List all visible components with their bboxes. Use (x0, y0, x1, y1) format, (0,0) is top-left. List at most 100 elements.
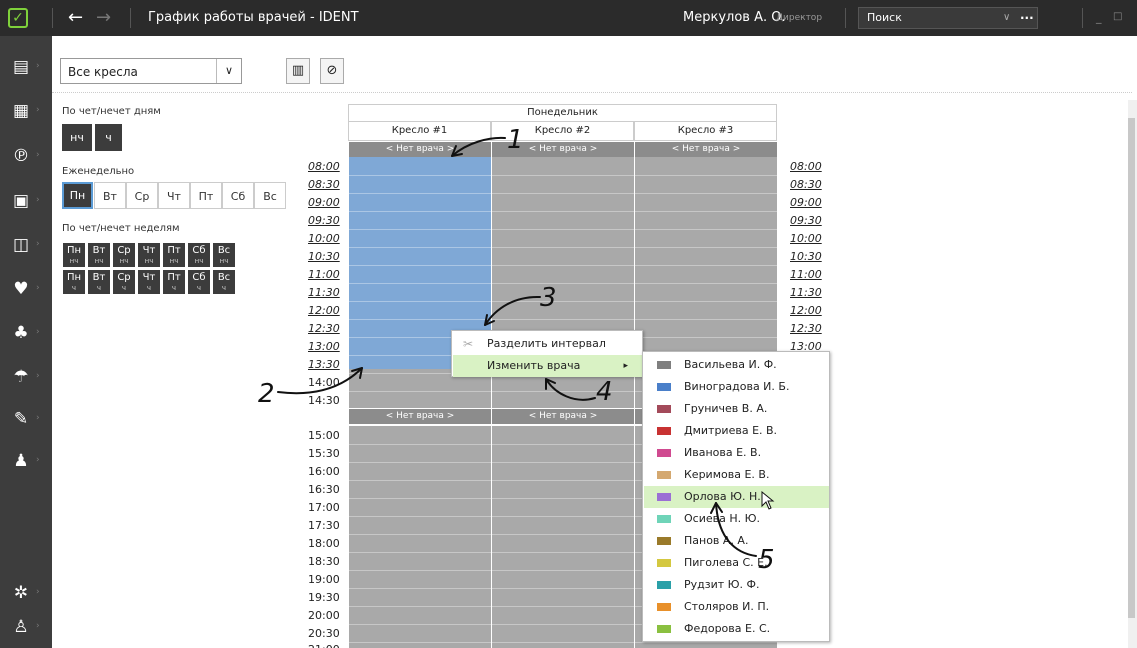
scrollbar-thumb[interactable] (1128, 118, 1135, 618)
grid-line (349, 642, 777, 643)
doctor-color-swatch (657, 361, 671, 369)
chevron-down-icon[interactable]: ∨ (216, 59, 241, 83)
weekday-sat-button[interactable]: Сб (222, 182, 254, 209)
even-week-wed-button[interactable]: Ср ч (113, 270, 135, 294)
even-week-tue-button[interactable]: Вт ч (88, 270, 110, 294)
doctor-menu-item[interactable]: Иванова Е. В. (644, 442, 829, 464)
no-doctor-bar[interactable] (635, 409, 642, 424)
user-name[interactable]: Меркулов А. О. (683, 10, 786, 25)
nav-item-doctor-payments[interactable]: ♟ › (0, 444, 52, 478)
nav-item-dental[interactable]: ♥ › (0, 272, 52, 306)
weekday-mon-button[interactable]: Пн (62, 182, 93, 209)
time-label: 14:30 (308, 394, 340, 407)
parity-label: нч (169, 257, 179, 265)
even-days-button[interactable]: ч (95, 124, 122, 151)
app-window: ✓ ← → График работы врачей - IDENT Мерку… (0, 0, 1137, 648)
doctor-name: Осиева Н. Ю. (684, 512, 760, 525)
print-button[interactable]: ▥ (286, 58, 310, 84)
weekday-label: Чт (142, 245, 156, 256)
doctor-menu-item[interactable]: Виноградова И. Б. (644, 376, 829, 398)
doctor-color-swatch (657, 493, 671, 501)
parity-label: нч (69, 257, 79, 265)
parity-label: нч (119, 257, 129, 265)
weekday-label: Пн (66, 272, 82, 283)
even-week-sun-button[interactable]: Вс ч (213, 270, 235, 294)
no-doctor-bar[interactable]: < Нет врача > (635, 142, 777, 157)
chair-select[interactable]: Все кресла ∨ (60, 58, 242, 84)
no-doctor-bar[interactable]: < Нет врача > (492, 409, 634, 424)
vertical-scrollbar[interactable] (1128, 100, 1137, 648)
weekday-sun-button[interactable]: Вс (254, 182, 286, 209)
minimize-icon[interactable]: _ (1096, 11, 1102, 24)
doctor-menu-item[interactable]: Груничев В. А. (644, 398, 829, 420)
weekday-label: Пт (167, 245, 181, 256)
titlebar-divider (52, 8, 53, 28)
even-week-fri-button[interactable]: Пт ч (163, 270, 185, 294)
doctor-menu-item[interactable]: Федорова Е. С. (644, 618, 829, 640)
change-doctor-menu-item[interactable]: Изменить врача ▸ (453, 355, 642, 377)
schedule-column[interactable] (349, 426, 491, 648)
weekday-fri-button[interactable]: Пт (190, 182, 222, 209)
app-logo-icon[interactable]: ✓ (8, 8, 28, 28)
even-week-thu-button[interactable]: Чт ч (138, 270, 160, 294)
nav-item-user[interactable]: ♙ › (0, 610, 52, 644)
odd-week-thu-button[interactable]: Чт нч (138, 243, 160, 267)
odd-week-mon-button[interactable]: Пн нч (63, 243, 85, 267)
parity-label: нч (219, 257, 229, 265)
weekday-label: Ср (117, 245, 131, 256)
search-more-button[interactable]: ... (1020, 8, 1034, 22)
nav-item-settings[interactable]: ✲ › (0, 576, 52, 610)
nav-item-payments[interactable]: ℗ › (0, 139, 52, 173)
doctor-menu-item[interactable]: Дмитриева Е. В. (644, 420, 829, 442)
schedule-column[interactable] (492, 426, 634, 648)
time-label: 08:00 (790, 160, 822, 173)
nav-item-patients[interactable]: ▤ › (0, 50, 52, 84)
nav-item-insurance[interactable]: ☂ › (0, 360, 52, 394)
no-doctor-bar[interactable]: < Нет врача > (349, 142, 491, 157)
grid-line (349, 175, 777, 176)
doctor-menu-item[interactable]: Васильева И. Ф. (644, 354, 829, 376)
search-input[interactable]: Поиск (858, 7, 1038, 29)
doctor-menu-item[interactable]: Пиголева С. Е. (644, 552, 829, 574)
weekday-wed-button[interactable]: Ср (126, 182, 158, 209)
odd-week-wed-button[interactable]: Ср нч (113, 243, 135, 267)
nav-item-reports[interactable]: ◫ › (0, 228, 52, 262)
doctor-menu-item[interactable]: Рудзит Ю. Ф. (644, 574, 829, 596)
odd-week-fri-button[interactable]: Пт нч (163, 243, 185, 267)
odd-days-button[interactable]: нч (62, 124, 92, 151)
print-icon: ▥ (291, 63, 305, 78)
nav-item-staff[interactable]: ♣ › (0, 316, 52, 350)
chair-header: Кресло #1 (348, 122, 491, 141)
parity-label: ч (171, 284, 177, 292)
back-arrow-icon[interactable]: ← (68, 7, 83, 28)
nav-item-schedule[interactable]: ▦ › (0, 94, 52, 128)
clear-button[interactable]: ⊘ (320, 58, 344, 84)
doctor-menu-item[interactable]: Панов А. А. (644, 530, 829, 552)
maximize-icon[interactable]: □ (1113, 11, 1122, 22)
nav-item-tools[interactable]: ✎ › (0, 402, 52, 436)
doctor-menu-item[interactable]: Столяров И. П. (644, 596, 829, 618)
no-doctor-bar[interactable]: < Нет врача > (492, 142, 634, 157)
odd-week-sun-button[interactable]: Вс нч (213, 243, 235, 267)
forward-arrow-icon[interactable]: → (96, 7, 111, 28)
odd-week-tue-button[interactable]: Вт нч (88, 243, 110, 267)
even-week-mon-button[interactable]: Пн ч (63, 270, 85, 294)
time-label: 18:00 (308, 537, 340, 550)
time-label: 12:00 (308, 304, 340, 317)
no-doctor-bar[interactable]: < Нет врача > (349, 409, 491, 424)
chevron-down-icon[interactable]: ∨ (1003, 12, 1010, 23)
time-label: 11:00 (308, 268, 340, 281)
doctor-color-swatch (657, 427, 671, 435)
weekday-thu-button[interactable]: Чт (158, 182, 190, 209)
parity-label: ч (196, 284, 202, 292)
nav-item-cash[interactable]: ▣ › (0, 184, 52, 218)
weekday-tue-button[interactable]: Вт (94, 182, 126, 209)
doctor-menu-item[interactable]: Осиева Н. Ю. (644, 508, 829, 530)
weekday-label: Пн (66, 245, 82, 256)
odd-week-sat-button[interactable]: Сб нч (188, 243, 210, 267)
doctor-menu-item[interactable]: Керимова Е. В. (644, 464, 829, 486)
doctor-menu-item-hovered[interactable]: Орлова Ю. Н. (644, 486, 829, 508)
time-label: 11:00 (790, 268, 822, 281)
even-week-sat-button[interactable]: Сб ч (188, 270, 210, 294)
split-interval-menu-item[interactable]: ✂ Разделить интервал (453, 333, 642, 355)
